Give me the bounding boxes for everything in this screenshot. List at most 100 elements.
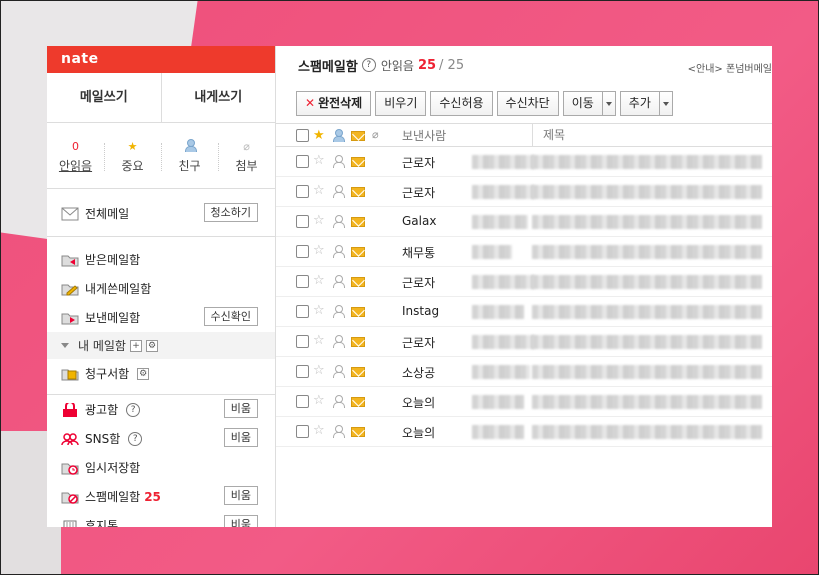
envelope-icon[interactable] — [351, 367, 365, 377]
person-icon[interactable] — [332, 395, 345, 408]
envelope-icon[interactable] — [351, 187, 365, 197]
envelope-icon[interactable] — [351, 217, 365, 227]
table-row[interactable]: ☆ 오늘의 — [276, 417, 772, 447]
row-checkbox[interactable] — [296, 395, 309, 408]
cleanup-button[interactable]: 청소하기 — [203, 203, 258, 222]
table-row[interactable]: ☆ 근로자 — [276, 327, 772, 357]
chevron-down-icon[interactable] — [601, 90, 616, 116]
quick-friends[interactable]: 친구 — [161, 139, 218, 188]
star-icon[interactable]: ☆ — [313, 304, 325, 317]
person-icon[interactable] — [332, 155, 345, 168]
envelope-icon[interactable] — [351, 277, 365, 287]
my-mailbox-header[interactable]: 내 메일함 + ⚙ — [47, 332, 275, 359]
notice-link[interactable]: <안내> 폰넘버메일 — [688, 60, 772, 75]
sender-column-header[interactable]: 보낸사람 — [402, 127, 446, 144]
redacted-subject[interactable] — [532, 395, 762, 409]
help-icon[interactable]: ? — [126, 402, 141, 417]
gear-icon[interactable]: ⚙ — [137, 367, 150, 380]
star-icon[interactable]: ☆ — [313, 424, 325, 437]
block-sender-button[interactable]: 수신차단 — [496, 90, 559, 116]
empty-ads-button[interactable]: 비움 — [223, 399, 258, 418]
write-to-self-button[interactable]: 내게쓰기 — [160, 73, 276, 122]
envelope-icon[interactable] — [351, 427, 365, 437]
star-icon[interactable]: ☆ — [313, 274, 325, 287]
star-icon[interactable]: ☆ — [313, 364, 325, 377]
envelope-icon[interactable] — [351, 157, 365, 167]
row-checkbox[interactable] — [296, 335, 309, 348]
folder-sent[interactable]: 보낸메일함 수신확인 — [47, 303, 275, 332]
redacted-subject[interactable] — [532, 185, 762, 199]
write-mail-button[interactable]: 메일쓰기 — [47, 73, 161, 122]
person-icon[interactable] — [332, 245, 345, 258]
row-checkbox[interactable] — [296, 425, 309, 438]
move-button[interactable]: 이동 — [562, 90, 602, 116]
row-sender[interactable]: 근로자 — [402, 154, 435, 171]
add-button[interactable]: 추가 — [619, 90, 659, 116]
star-icon[interactable]: ☆ — [313, 154, 325, 167]
redacted-subject[interactable] — [532, 155, 762, 169]
chevron-down-icon[interactable] — [658, 90, 673, 116]
row-sender[interactable]: 근로자 — [402, 184, 435, 201]
redacted-subject[interactable] — [532, 245, 762, 259]
row-sender[interactable]: 오늘의 — [402, 394, 435, 411]
table-row[interactable]: ☆ 근로자 — [276, 147, 772, 177]
star-icon[interactable]: ☆ — [313, 394, 325, 407]
row-checkbox[interactable] — [296, 365, 309, 378]
table-row[interactable]: ☆ Galax — [276, 207, 772, 237]
star-icon[interactable]: ☆ — [313, 214, 325, 227]
subject-column-header[interactable]: 제목 — [532, 123, 565, 147]
row-checkbox[interactable] — [296, 155, 309, 168]
person-icon[interactable] — [332, 305, 345, 318]
nate-logo[interactable]: nate — [47, 46, 275, 73]
clip-icon[interactable]: ⌀ — [372, 128, 379, 141]
row-sender[interactable]: 채무통 — [402, 244, 435, 261]
row-sender[interactable]: Instag — [402, 304, 439, 318]
unread-label[interactable]: 안읽음 — [47, 157, 104, 174]
person-icon[interactable] — [332, 215, 345, 228]
row-sender[interactable]: 소상공 — [402, 364, 435, 381]
row-checkbox[interactable] — [296, 245, 309, 258]
empty-trash-button[interactable]: 비움 — [223, 515, 258, 527]
folder-bills[interactable]: 청구서함 ⚙ — [47, 359, 275, 388]
person-icon[interactable] — [332, 365, 345, 378]
envelope-icon[interactable] — [351, 131, 365, 141]
allow-sender-button[interactable]: 수신허용 — [430, 90, 493, 116]
table-row[interactable]: ☆ 오늘의 — [276, 387, 772, 417]
star-icon[interactable]: ★ — [313, 129, 325, 142]
folder-all-mail[interactable]: 전체메일 청소하기 — [47, 199, 275, 228]
select-all-checkbox[interactable] — [296, 129, 309, 142]
person-icon[interactable] — [332, 335, 345, 348]
folder-self[interactable]: 내게쓴메일함 — [47, 274, 275, 303]
redacted-subject[interactable] — [532, 365, 762, 379]
move-dropdown[interactable]: 이동 — [562, 90, 616, 116]
delete-permanently-button[interactable]: ✕ 완전삭제 — [296, 90, 372, 116]
folder-drafts[interactable]: 임시저장함 — [47, 453, 275, 482]
row-sender[interactable]: Galax — [402, 214, 436, 228]
help-icon[interactable]: ? — [361, 58, 376, 72]
add-dropdown[interactable]: 추가 — [619, 90, 673, 116]
quick-attachments[interactable]: ⌀ 첨부 — [218, 139, 275, 188]
help-icon[interactable]: ? — [128, 431, 143, 446]
empty-spam-button[interactable]: 비움 — [223, 486, 258, 505]
redacted-subject[interactable] — [532, 305, 762, 319]
row-checkbox[interactable] — [296, 185, 309, 198]
star-icon[interactable]: ☆ — [313, 244, 325, 257]
star-icon[interactable]: ☆ — [313, 334, 325, 347]
folder-ads[interactable]: 광고함 ? 비움 — [47, 395, 275, 424]
person-icon[interactable] — [332, 275, 345, 288]
star-icon[interactable]: ☆ — [313, 184, 325, 197]
empty-sns-button[interactable]: 비움 — [223, 428, 258, 447]
redacted-subject[interactable] — [532, 215, 762, 229]
person-icon[interactable] — [332, 425, 345, 438]
plus-icon[interactable]: + — [129, 339, 142, 352]
table-row[interactable]: ☆ 소상공 — [276, 357, 772, 387]
row-checkbox[interactable] — [296, 275, 309, 288]
folder-inbox[interactable]: 받은메일함 — [47, 245, 275, 274]
table-row[interactable]: ☆ 근로자 — [276, 177, 772, 207]
folder-sns[interactable]: SNS함 ? 비움 — [47, 424, 275, 453]
person-icon[interactable] — [332, 185, 345, 198]
table-row[interactable]: ☆ 채무통 — [276, 237, 772, 267]
envelope-icon[interactable] — [351, 307, 365, 317]
row-sender[interactable]: 근로자 — [402, 334, 435, 351]
folder-trash[interactable]: 휴지통 비움 — [47, 511, 275, 527]
